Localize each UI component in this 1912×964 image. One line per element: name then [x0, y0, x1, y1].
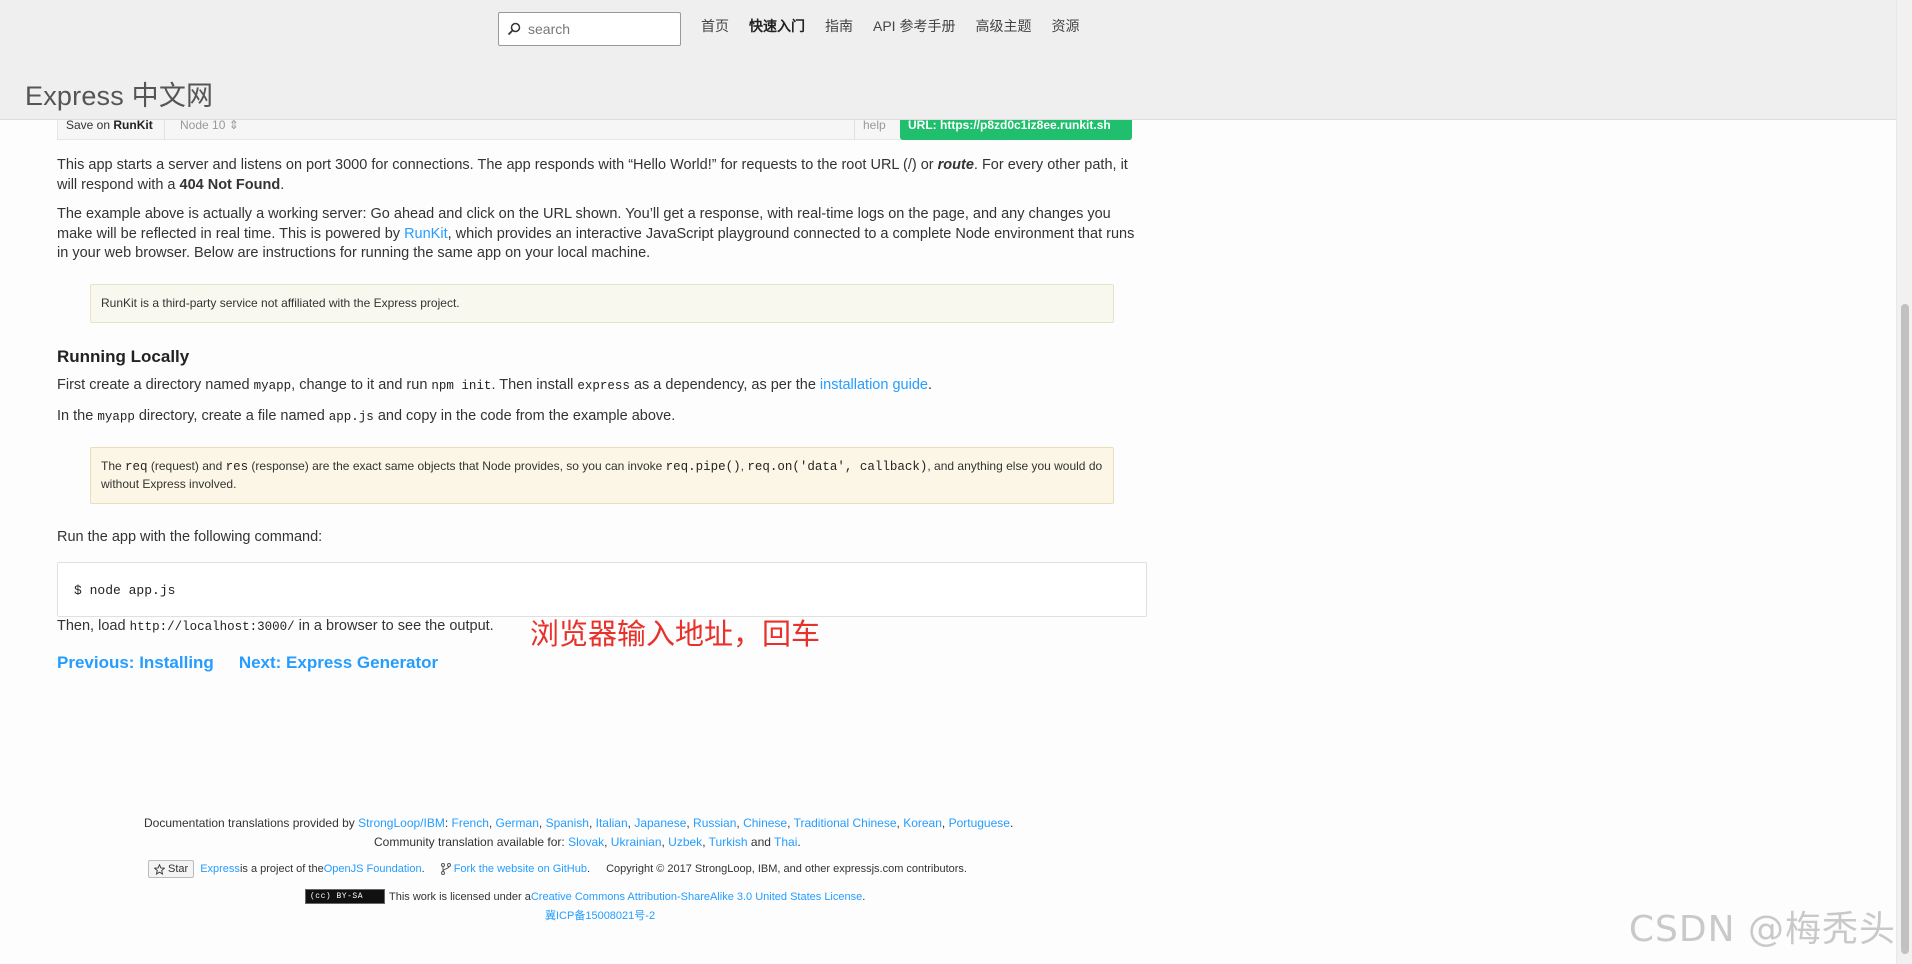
project-line: Star Express is a project of the OpenJS …	[148, 860, 967, 878]
previous-page-link[interactable]: Previous: Installing	[57, 653, 214, 673]
strongloop-ibm-link[interactable]: StrongLoop/IBM	[358, 816, 445, 830]
fork-on-github-link[interactable]: Fork the website on GitHub	[454, 863, 587, 875]
red-annotation-text: 浏览器输入地址，回车	[530, 617, 821, 651]
lang-italian-link[interactable]: Italian	[596, 816, 628, 830]
search-box[interactable]	[498, 12, 681, 46]
lang-thai-link[interactable]: Thai	[774, 835, 797, 849]
paragraph-runkit: The example above is actually a working …	[57, 206, 1135, 261]
runkit-link[interactable]: RunKit	[404, 226, 448, 242]
nav-api-reference[interactable]: API 参考手册	[873, 16, 955, 36]
lang-uzbek-link[interactable]: Uzbek	[668, 835, 702, 849]
page-navigation: Previous: Installing Next: Express Gener…	[57, 653, 438, 673]
license-line: (cc) BY-SA This work is licensed under a…	[305, 889, 865, 904]
lang-turkish-link[interactable]: Turkish	[709, 835, 748, 849]
lang-japanese-link[interactable]: Japanese	[634, 816, 686, 830]
git-fork-icon	[440, 863, 451, 875]
lang-traditional-chinese-link[interactable]: Traditional Chinese	[794, 816, 897, 830]
icp-link[interactable]: 冀ICP备15008021号-2	[545, 910, 655, 922]
command-code-block[interactable]: $ node app.js	[57, 561, 1147, 617]
runkit-note: RunKit is a third-party service not affi…	[90, 283, 1114, 323]
github-star-button[interactable]: Star	[148, 860, 195, 878]
search-input[interactable]	[526, 20, 676, 38]
page-scrollbar[interactable]	[1896, 0, 1912, 964]
cc-license-badge[interactable]: (cc) BY-SA	[305, 889, 385, 904]
site-logo[interactable]: Express 中文网	[25, 74, 213, 113]
paragraph-create-dir: First create a directory named myapp, ch…	[57, 377, 932, 393]
installation-guide-link[interactable]: installation guide	[820, 377, 928, 393]
help-link[interactable]: help	[863, 118, 886, 132]
lang-spanish-link[interactable]: Spanish	[546, 816, 589, 830]
paragraph-intro: This app starts a server and listens on …	[57, 157, 1128, 193]
lang-korean-link[interactable]: Korean	[903, 816, 942, 830]
node-version-select[interactable]: Node 10 ⇕	[180, 118, 239, 132]
lang-russian-link[interactable]: Russian	[693, 816, 736, 830]
save-on-runkit-button[interactable]: Save on RunKit	[66, 118, 153, 132]
paragraph-run-command: Run the app with the following command:	[57, 529, 323, 545]
req-res-note: The req (request) and res (response) are…	[90, 447, 1114, 504]
next-page-link[interactable]: Next: Express Generator	[239, 653, 438, 673]
lang-portuguese-link[interactable]: Portuguese	[949, 816, 1010, 830]
lang-french-link[interactable]: French	[452, 816, 489, 830]
translations-line: Documentation translations provided by S…	[144, 816, 1014, 830]
section-heading: Running Locally	[57, 346, 190, 366]
main-nav: 首页 快速入门 指南 API 参考手册 高级主题 资源	[701, 16, 1079, 36]
lang-german-link[interactable]: German	[496, 816, 539, 830]
express-link[interactable]: Express	[200, 863, 240, 875]
nav-home[interactable]: 首页	[701, 16, 729, 36]
icp-line: 冀ICP备15008021号-2	[545, 907, 655, 923]
main-content: This app starts a server and listens on …	[57, 156, 1147, 647]
openjs-foundation-link[interactable]: OpenJS Foundation	[324, 863, 422, 875]
star-icon	[154, 863, 165, 875]
nav-advanced-topics[interactable]: 高级主题	[975, 16, 1031, 36]
scrollbar-thumb[interactable]	[1901, 304, 1909, 954]
lang-ukrainian-link[interactable]: Ukrainian	[611, 835, 662, 849]
csdn-watermark: CSDN @梅秃头	[1628, 909, 1896, 950]
nav-getting-started[interactable]: 快速入门	[749, 16, 805, 36]
nav-resources[interactable]: 资源	[1051, 16, 1079, 36]
community-translations-line: Community translation available for: Slo…	[374, 835, 801, 849]
lang-slovak-link[interactable]: Slovak	[568, 835, 604, 849]
search-icon	[507, 22, 521, 36]
lang-chinese-link[interactable]: Chinese	[743, 816, 787, 830]
paragraph-create-file: In the myapp directory, create a file na…	[57, 407, 676, 424]
cc-license-link[interactable]: Creative Commons Attribution-ShareAlike …	[531, 891, 862, 903]
nav-guide[interactable]: 指南	[825, 16, 853, 36]
top-header: 首页 快速入门 指南 API 参考手册 高级主题 资源 Express 中文网	[0, 0, 1896, 120]
